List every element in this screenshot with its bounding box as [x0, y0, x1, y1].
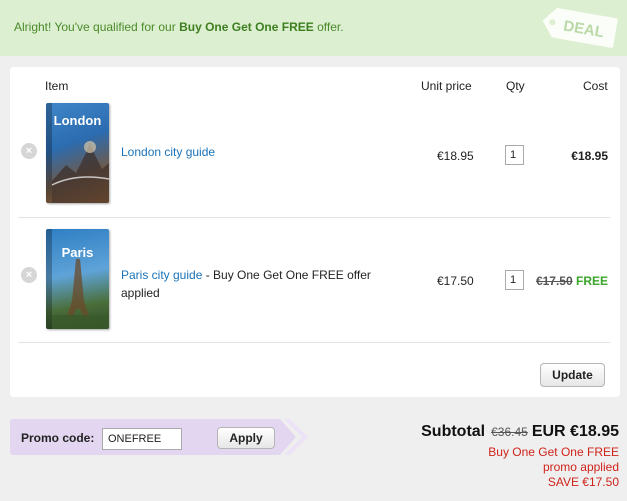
cart-table: Item Unit price Qty Cost × London London… — [10, 67, 620, 397]
quantity-input[interactable]: 1 — [505, 270, 524, 290]
update-button[interactable]: Update — [540, 363, 605, 387]
subtotal-line: Subtotal €36.45 EUR €18.95 — [421, 423, 619, 441]
unit-price: €18.95 — [437, 149, 474, 163]
item-cost: €17.50 FREE — [536, 274, 608, 288]
offer-name: Buy One Get One FREE — [179, 20, 314, 34]
paris-guide-cover: Paris — [46, 229, 109, 329]
offer-message-suffix: offer. — [313, 20, 344, 34]
column-header-cost: Cost — [583, 79, 608, 93]
product-description: London city guide — [121, 143, 391, 161]
column-header-item: Item — [45, 79, 69, 93]
london-skyline-icon — [51, 141, 109, 203]
remove-item-icon[interactable]: × — [21, 267, 37, 283]
savings-note-line: promo applied — [542, 460, 619, 474]
offer-message: Alright! You've qualified for our Buy On… — [14, 20, 344, 34]
product-link-paris[interactable]: Paris city guide — [121, 268, 202, 282]
unit-price: €17.50 — [437, 274, 474, 288]
subtotal-original: €36.45 — [491, 425, 528, 439]
subtotal-label: Subtotal — [421, 423, 486, 440]
original-cost: €17.50 — [535, 274, 573, 288]
free-label: FREE — [575, 274, 608, 288]
eiffel-tower-icon — [52, 259, 109, 329]
savings-amount: SAVE €17.50 — [547, 475, 619, 489]
promo-code-panel: Promo code: ONEFREE Apply — [10, 419, 310, 455]
row-divider — [18, 217, 610, 218]
deal-tag-icon: DEAL — [538, 3, 621, 50]
offer-banner: Alright! You've qualified for our Buy On… — [0, 0, 627, 56]
savings-note: Buy One Get One FREE promo applied SAVE … — [421, 445, 619, 490]
subtotal-total: EUR €18.95 — [531, 423, 619, 440]
promo-code-input[interactable]: ONEFREE — [102, 428, 182, 450]
order-summary: Subtotal €36.45 EUR €18.95 Buy One Get One… — [421, 423, 619, 490]
product-link-london[interactable]: London city guide — [121, 145, 215, 159]
quantity-input[interactable]: 1 — [505, 145, 524, 165]
offer-message-prefix: Alright! You've qualified for our — [14, 20, 180, 34]
london-guide-cover: London — [46, 103, 109, 203]
savings-note-line: Buy One Get One FREE — [488, 445, 619, 459]
column-header-unit-price: Unit price — [421, 79, 472, 93]
column-header-qty: Qty — [506, 79, 525, 93]
item-cost: €18.95 — [571, 149, 608, 163]
product-description: Paris city guide - Buy One Get One FREE … — [121, 266, 391, 302]
row-divider — [18, 342, 610, 343]
apply-button[interactable]: Apply — [217, 427, 275, 449]
remove-item-icon[interactable]: × — [21, 143, 37, 159]
promo-code-label: Promo code: — [21, 431, 95, 445]
